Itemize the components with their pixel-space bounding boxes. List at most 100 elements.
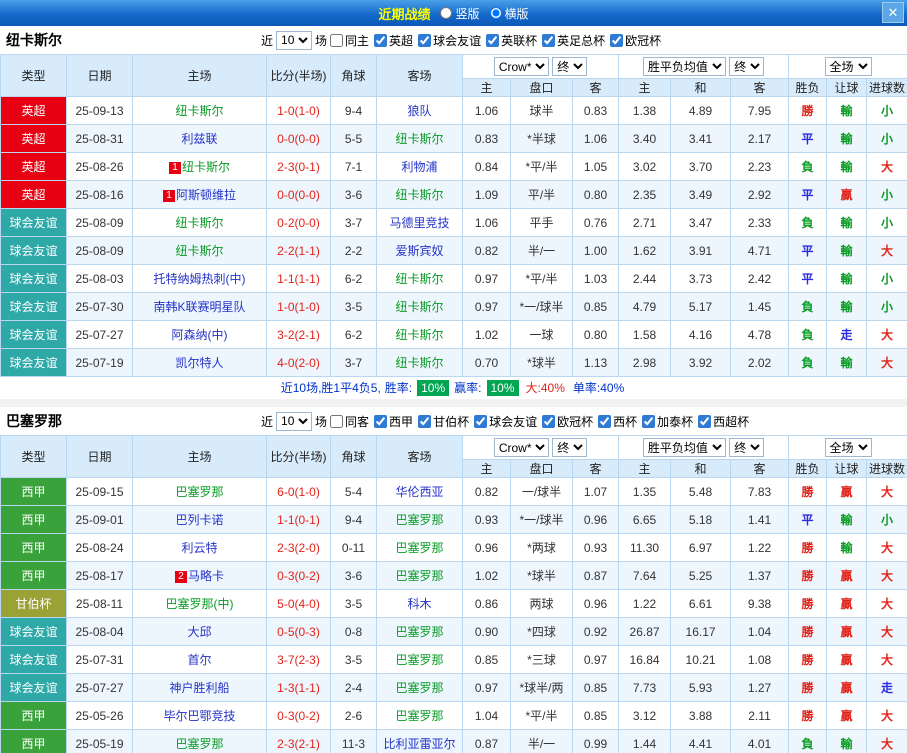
europe-avg-select[interactable]: 胜平负均值 <box>642 57 726 76</box>
home-team-cell[interactable]: 2 马略卡 <box>132 561 267 590</box>
away-team-cell[interactable]: 巴塞罗那 <box>376 645 463 674</box>
result-cell: 負 <box>788 152 828 181</box>
home-team-cell[interactable]: 纽卡斯尔 <box>132 208 267 237</box>
handicap-time-select[interactable]: 终 <box>552 438 588 457</box>
away-team-cell[interactable]: 狼队 <box>376 96 463 125</box>
filter-option[interactable]: 欧冠杯 <box>610 32 661 49</box>
away-team-cell[interactable]: 巴塞罗那 <box>376 505 463 534</box>
away-team-cell[interactable]: 纽卡斯尔 <box>376 292 463 321</box>
filter-checkbox[interactable] <box>374 414 388 428</box>
result-cell: 負 <box>788 729 828 753</box>
filter-checkbox[interactable] <box>418 33 432 47</box>
layout-option-vertical[interactable]: 竖版 <box>440 5 480 22</box>
handicap-line: 平手 <box>510 208 573 237</box>
filter-checkbox[interactable] <box>598 414 612 428</box>
filter-option[interactable]: 西超杯 <box>698 413 749 430</box>
away-team-cell[interactable]: 巴塞罗那 <box>376 673 463 702</box>
close-button[interactable]: ✕ <box>882 2 904 23</box>
filter-checkbox[interactable] <box>698 414 712 428</box>
filter-checkbox[interactable] <box>642 414 656 428</box>
filter-option[interactable]: 球会友谊 <box>474 413 537 430</box>
away-team-cell[interactable]: 纽卡斯尔 <box>376 348 463 377</box>
home-team-cell[interactable]: 巴塞罗那 <box>132 477 267 506</box>
europe-avg-select[interactable]: 胜平负均值 <box>642 438 726 457</box>
filter-option[interactable]: 同客 <box>330 413 369 430</box>
filter-option[interactable]: 甘伯杯 <box>418 413 469 430</box>
away-team-cell[interactable]: 比利亚雷亚尔 <box>376 729 463 753</box>
corners-cell: 5-4 <box>330 477 377 506</box>
filter-option[interactable]: 加泰杯 <box>642 413 693 430</box>
home-team-cell[interactable]: 阿森纳(中) <box>132 320 267 349</box>
away-team-cell[interactable]: 爱斯宾奴 <box>376 236 463 265</box>
europe-time-select[interactable]: 终 <box>729 57 765 76</box>
filter-checkbox[interactable] <box>542 33 556 47</box>
filter-option[interactable]: 同主 <box>330 32 369 49</box>
summary-item: 单率:40% <box>572 381 625 395</box>
match-count-select[interactable]: 10 <box>276 30 313 50</box>
filter-option[interactable]: 欧冠杯 <box>542 413 593 430</box>
away-team-cell[interactable]: 巴塞罗那 <box>376 533 463 562</box>
home-team-cell[interactable]: 南韩K联赛明星队 <box>132 292 267 321</box>
home-team-cell[interactable]: 巴列卡诺 <box>132 505 267 534</box>
home-team-cell[interactable]: 神户胜利船 <box>132 673 267 702</box>
filter-checkbox[interactable] <box>330 414 344 428</box>
away-team-cell[interactable]: 巴塞罗那 <box>376 701 463 730</box>
away-team-cell[interactable]: 巴塞罗那 <box>376 617 463 646</box>
corners-cell: 3-6 <box>330 180 377 209</box>
result-cell: 平 <box>788 236 828 265</box>
away-team-cell[interactable]: 科木 <box>376 589 463 618</box>
away-team-cell[interactable]: 纽卡斯尔 <box>376 264 463 293</box>
filter-option[interactable]: 西杯 <box>598 413 637 430</box>
bookmaker-select[interactable]: Crow* <box>493 438 549 457</box>
europe-time-select[interactable]: 终 <box>729 438 765 457</box>
layout-radio-horizontal[interactable] <box>489 7 502 19</box>
filter-option[interactable]: 英联杯 <box>486 32 537 49</box>
home-team-cell[interactable]: 毕尔巴鄂竞技 <box>132 701 267 730</box>
home-team-cell[interactable]: 凯尔特人 <box>132 348 267 377</box>
home-team-cell[interactable]: 大邱 <box>132 617 267 646</box>
filter-option[interactable]: 西甲 <box>374 413 413 430</box>
match-count-select[interactable]: 10 <box>276 411 313 431</box>
europe-away-odds: 2.33 <box>730 208 790 237</box>
match-row: 英超 25-08-31 利兹联 0-0(0-0) 5-5 纽卡斯尔 0.83 *半球 1.06 3… <box>0 124 907 153</box>
away-team-cell[interactable]: 巴塞罗那 <box>376 561 463 590</box>
home-team-cell[interactable]: 托特纳姆热刺(中) <box>132 264 267 293</box>
home-team-cell[interactable]: 利云特 <box>132 533 267 562</box>
home-team-cell[interactable]: 巴塞罗那 <box>132 729 267 753</box>
away-team-cell[interactable]: 华伦西亚 <box>376 477 463 506</box>
team-name: 纽卡斯尔 <box>6 32 62 48</box>
away-team-cell[interactable]: 纽卡斯尔 <box>376 124 463 153</box>
home-team-cell[interactable]: 首尔 <box>132 645 267 674</box>
filter-checkbox[interactable] <box>486 33 500 47</box>
filter-checkbox[interactable] <box>542 414 556 428</box>
filter-checkbox[interactable] <box>610 33 624 47</box>
home-team-cell[interactable]: 1 阿斯顿维拉 <box>132 180 267 209</box>
away-team-name: 纽卡斯尔 <box>395 188 444 202</box>
bookmaker-select[interactable]: Crow* <box>493 57 549 76</box>
away-team-cell[interactable]: 纽卡斯尔 <box>376 320 463 349</box>
europe-home-odds: 1.44 <box>618 729 672 753</box>
filter-checkbox[interactable] <box>474 414 488 428</box>
home-team-cell[interactable]: 纽卡斯尔 <box>132 96 267 125</box>
filter-checkbox[interactable] <box>374 33 388 47</box>
filter-option[interactable]: 英超 <box>374 32 413 49</box>
filter-checkbox[interactable] <box>418 414 432 428</box>
layout-option-horizontal[interactable]: 横版 <box>489 5 529 22</box>
europe-away-odds: 2.92 <box>730 180 790 209</box>
layout-radio-vertical[interactable] <box>440 7 453 19</box>
away-team-cell[interactable]: 纽卡斯尔 <box>376 180 463 209</box>
away-team-cell[interactable]: 马德里竞技 <box>376 208 463 237</box>
scope-select[interactable]: 全场 <box>824 57 872 76</box>
filter-option[interactable]: 英足总杯 <box>542 32 605 49</box>
filter-option[interactable]: 球会友谊 <box>418 32 481 49</box>
away-team-cell[interactable]: 利物浦 <box>376 152 463 181</box>
filter-checkbox[interactable] <box>330 33 344 47</box>
home-team-cell[interactable]: 纽卡斯尔 <box>132 236 267 265</box>
scope-select[interactable]: 全场 <box>824 438 872 457</box>
home-team-cell[interactable]: 巴塞罗那(中) <box>132 589 267 618</box>
home-team-cell[interactable]: 利兹联 <box>132 124 267 153</box>
league-type-cell: 西甲 <box>0 533 67 562</box>
home-team-cell[interactable]: 1 纽卡斯尔 <box>132 152 267 181</box>
handicap-time-select[interactable]: 终 <box>552 57 588 76</box>
handicap-result-cell: 贏 <box>826 645 868 674</box>
